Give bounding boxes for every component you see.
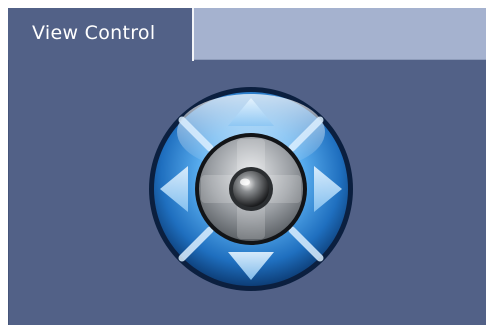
center-home-icon[interactable] bbox=[229, 167, 273, 211]
panel-border bbox=[8, 60, 9, 325]
tab-view-control-label: View Control bbox=[32, 22, 156, 44]
ptz-controller bbox=[148, 86, 354, 292]
tab-view-control[interactable]: View Control bbox=[8, 8, 194, 61]
ptz-controller-graphic bbox=[149, 87, 353, 291]
view-control-window: View Control bbox=[8, 8, 486, 325]
